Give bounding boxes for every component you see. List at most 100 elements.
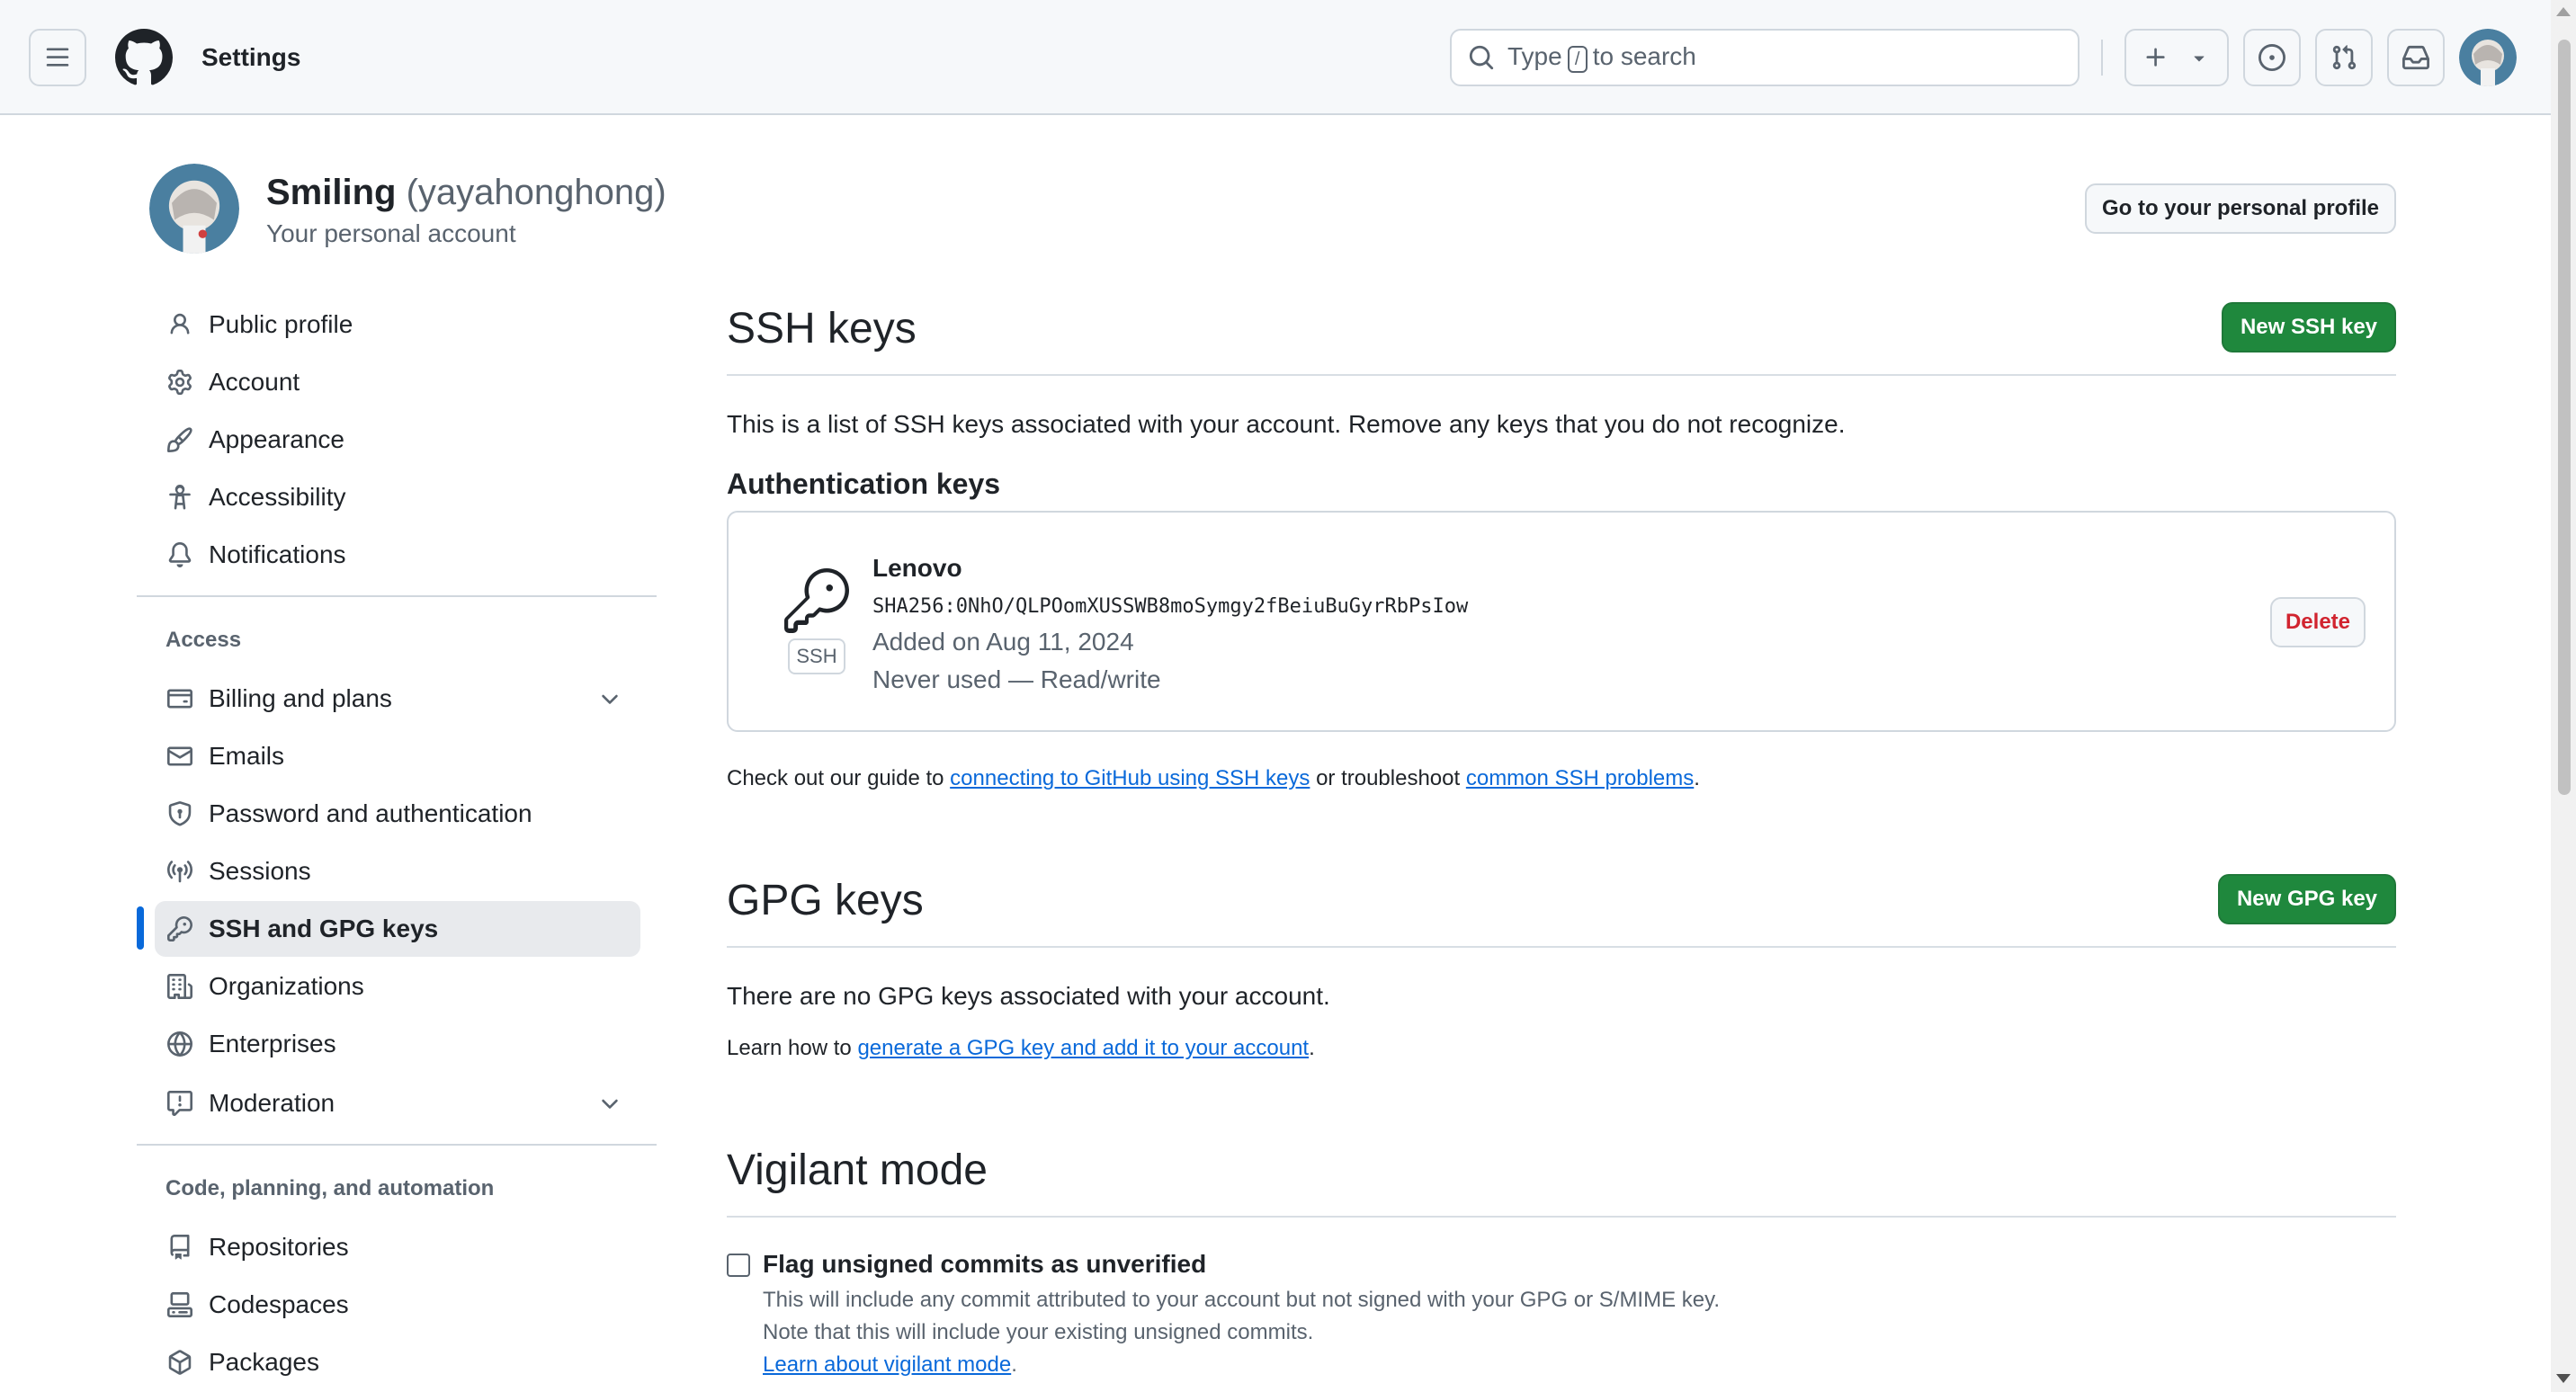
menu-button[interactable] [29, 29, 86, 86]
sidebar-item-billing[interactable]: Billing and plans [155, 671, 640, 727]
chevron-down-icon[interactable] [597, 687, 622, 712]
ssh-troubleshoot-link[interactable]: common SSH problems [1466, 766, 1694, 790]
sidebar-item-label: Accessibility [209, 483, 346, 511]
active-item-indicator [137, 906, 144, 950]
chevron-down-icon[interactable] [597, 1092, 622, 1117]
sidebar-item-label: Moderation [209, 1089, 335, 1117]
inbox-button[interactable] [2387, 29, 2445, 86]
vigilant-learn-text: Learn about vigilant mode. [763, 1351, 1017, 1379]
avatar-image-icon [2459, 29, 2517, 86]
sidebar-item-public-profile[interactable]: Public profile [155, 297, 640, 352]
organization-icon [165, 972, 194, 1001]
key-icon [784, 568, 849, 633]
sidebar-item-label: Billing and plans [209, 684, 392, 712]
ssh-key-title: Lenovo [872, 554, 962, 582]
person-icon [165, 310, 194, 339]
header-title[interactable]: Settings [201, 41, 300, 74]
profile-name: Smiling (yayahonghong) [266, 171, 666, 214]
sidebar-item-label: Enterprises [209, 1030, 336, 1057]
search-prefix: Type [1507, 42, 1562, 70]
sidebar-item-password[interactable]: Password and authentication [155, 786, 640, 842]
gear-icon [165, 368, 194, 397]
credit-card-icon [165, 684, 194, 713]
ssh-guide-link[interactable]: connecting to GitHub using SSH keys [950, 766, 1310, 790]
profile-subtitle: Your personal account [266, 219, 516, 247]
sidebar-item-label: Emails [209, 742, 285, 770]
sidebar-item-enterprises[interactable]: Enterprises [155, 1016, 640, 1072]
guide-suffix: . [1694, 766, 1700, 790]
sidebar-item-account[interactable]: Account [155, 354, 640, 410]
profile-avatar[interactable] [149, 164, 239, 254]
inbox-icon [2402, 45, 2429, 70]
sidebar-item-appearance[interactable]: Appearance [155, 412, 640, 468]
sidebar-item-label: Notifications [209, 540, 346, 568]
sidebar-item-emails[interactable]: Emails [155, 728, 640, 784]
sidebar-item-moderation[interactable]: Moderation [155, 1075, 640, 1131]
vigilant-mode-label[interactable]: Flag unsigned commits as unverified [763, 1250, 1206, 1279]
sidebar-item-label: Password and authentication [209, 799, 532, 827]
sidebar-item-label: Sessions [209, 857, 311, 885]
package-icon [165, 1348, 194, 1377]
vigilant-learn-suffix: . [1011, 1352, 1017, 1377]
sidebar-item-accessibility[interactable]: Accessibility [155, 469, 640, 525]
sidebar-item-notifications[interactable]: Notifications [155, 527, 640, 583]
github-logo-icon[interactable] [114, 29, 173, 86]
issues-button[interactable] [2243, 29, 2301, 86]
ssh-key-usage: Never used — Read/write [872, 665, 1161, 693]
search-icon [1469, 45, 1494, 70]
delete-ssh-key-button[interactable]: Delete [2270, 597, 2366, 647]
triangle-down-icon [2194, 56, 2205, 62]
mail-icon [165, 742, 194, 771]
sidebar-item-ssh-gpg-keys[interactable]: SSH and GPG keys [155, 901, 640, 957]
scroll-up-icon[interactable] [2556, 7, 2571, 16]
header-divider [2101, 40, 2103, 76]
guide-prefix: Check out our guide to [727, 766, 944, 790]
page-scrollbar[interactable] [2551, 0, 2576, 1392]
gpg-generate-link[interactable]: generate a GPG key and add it to your ac… [857, 1036, 1309, 1060]
user-avatar[interactable] [2459, 29, 2517, 86]
vigilant-learn-link[interactable]: Learn about vigilant mode [763, 1352, 1011, 1377]
broadcast-icon [165, 857, 194, 886]
sidebar-item-organizations[interactable]: Organizations [155, 959, 640, 1014]
sidebar-item-label: Repositories [209, 1233, 349, 1261]
sidebar-item-packages[interactable]: Packages [155, 1334, 640, 1390]
sidebar-item-codespaces[interactable]: Codespaces [155, 1277, 640, 1333]
sidebar-item-label: Public profile [209, 310, 353, 338]
gpg-learn-suffix: . [1309, 1036, 1315, 1060]
globe-icon [165, 1030, 194, 1058]
pull-requests-button[interactable] [2315, 29, 2373, 86]
search-placeholder: Type / to search [1507, 42, 1696, 73]
sidebar-item-label: Packages [209, 1348, 319, 1376]
shield-lock-icon [165, 799, 194, 828]
ssh-guide-text: Check out our guide to connecting to Git… [727, 764, 1700, 793]
vigilant-note-2: Note that this will include your existin… [763, 1320, 1314, 1344]
key-icon [165, 915, 194, 943]
profile-handle: (yayahonghong) [406, 173, 666, 212]
scroll-down-icon[interactable] [2556, 1374, 2571, 1383]
scrollbar-thumb[interactable] [2558, 40, 2571, 795]
sidebar-item-label: Account [209, 368, 300, 396]
issue-opened-icon [2258, 44, 2285, 71]
ssh-badge: SSH [788, 638, 845, 674]
new-gpg-key-button[interactable]: New GPG key [2218, 874, 2396, 924]
sidebar-item-sessions[interactable]: Sessions [155, 843, 640, 899]
create-new-button[interactable] [2124, 29, 2229, 86]
ssh-key-fingerprint: SHA256:0NhO/QLPOomXUSSWB8moSymgy2fBeiuBu… [872, 595, 1469, 618]
new-ssh-key-button[interactable]: New SSH key [2222, 302, 2396, 352]
vigilant-mode-title: Vigilant mode [727, 1147, 988, 1194]
vigilant-mode-checkbox[interactable] [727, 1254, 750, 1277]
ssh-keys-title: SSH keys [727, 305, 917, 352]
bell-icon [165, 540, 194, 569]
ssh-key-added-date: Added on Aug 11, 2024 [872, 628, 1134, 656]
accessibility-icon [165, 483, 194, 512]
search-input[interactable]: Type / to search [1450, 29, 2080, 86]
sidebar-item-label: Organizations [209, 972, 364, 1000]
go-to-profile-button[interactable]: Go to your personal profile [2085, 183, 2396, 234]
guide-middle: or troubleshoot [1316, 766, 1461, 790]
gpg-keys-title: GPG keys [727, 877, 924, 924]
sidebar-heading-code: Code, planning, and automation [165, 1176, 495, 1200]
codespaces-icon [165, 1290, 194, 1319]
profile-avatar-image-icon [149, 164, 239, 254]
sidebar-item-repositories[interactable]: Repositories [155, 1219, 640, 1275]
sidebar-heading-access: Access [165, 628, 242, 652]
